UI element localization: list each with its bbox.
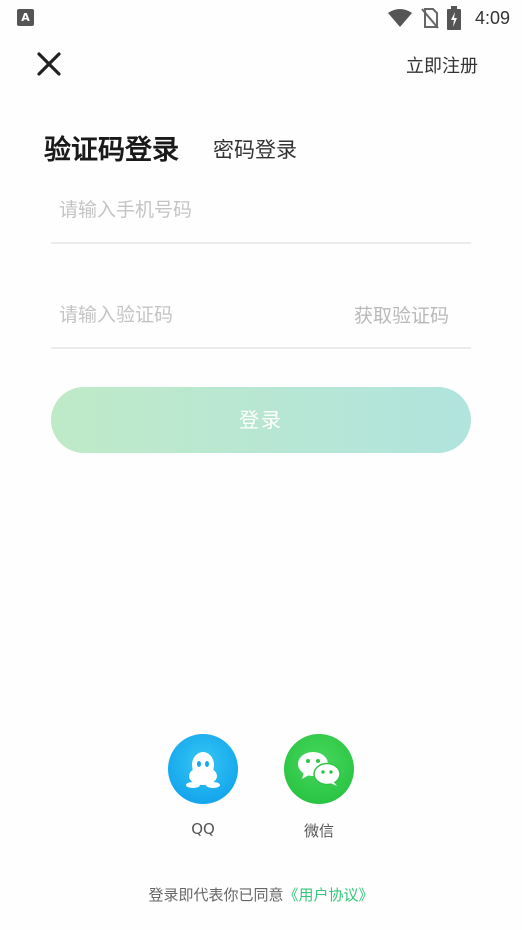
wechat-login-button[interactable] <box>284 734 354 804</box>
agreement-prefix: 登录即代表你已同意 <box>148 886 284 904</box>
phone-field-container <box>51 182 471 244</box>
wechat-label: 微信 <box>303 822 334 840</box>
get-code-button[interactable]: 获取验证码 <box>354 301 449 328</box>
status-indicators: 4:09 <box>387 5 510 31</box>
close-icon <box>37 52 61 76</box>
wifi-icon <box>387 9 412 27</box>
login-button[interactable]: 登录 <box>51 387 471 453</box>
wechat-icon <box>298 752 341 786</box>
tab-password-login[interactable]: 密码登录 <box>213 134 297 164</box>
no-sim-icon <box>421 8 439 29</box>
battery-charging-icon <box>446 6 461 30</box>
login-page: A 4:09 立即注册 验证码登录 密码登录 请输入手机号码 请输入验证码 获取… <box>0 0 522 930</box>
agreement-text: 登录即代表你已同意《用户协议》 <box>0 884 522 905</box>
code-field-container: 获取验证码 <box>51 287 471 349</box>
verification-code-input[interactable] <box>59 295 339 335</box>
user-agreement-link[interactable]: 《用户协议》 <box>284 886 374 904</box>
wechat-login: 微信 <box>284 734 354 841</box>
qq-login: QQ <box>168 734 238 838</box>
close-button[interactable] <box>32 47 66 81</box>
qq-icon <box>186 752 220 788</box>
status-time: 4:09 <box>474 7 510 28</box>
app-notification-icon: A <box>17 9 34 26</box>
status-bar: A 4:09 <box>0 0 522 36</box>
phone-input[interactable] <box>59 190 339 230</box>
register-link[interactable]: 立即注册 <box>406 52 478 78</box>
qq-label: QQ <box>191 820 215 838</box>
qq-login-button[interactable] <box>168 734 238 804</box>
tab-code-login[interactable]: 验证码登录 <box>44 128 179 167</box>
